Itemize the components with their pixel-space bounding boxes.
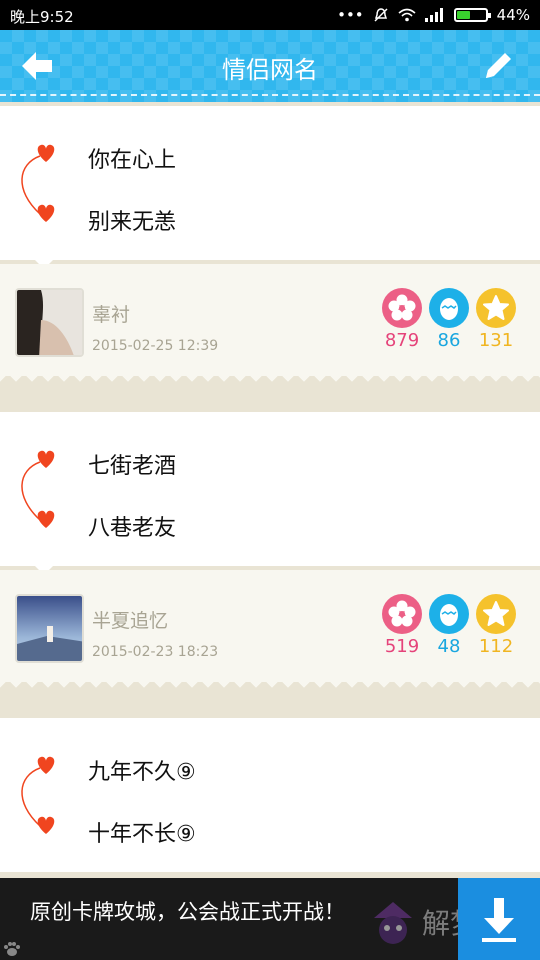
post-date: 2015-02-25 12:39 bbox=[92, 338, 219, 354]
star-count: 131 bbox=[478, 330, 514, 351]
paw-icon bbox=[4, 942, 20, 956]
star-count: 112 bbox=[478, 636, 514, 657]
star-stat[interactable]: 112 bbox=[473, 594, 519, 657]
name-card[interactable]: 七街老酒 八巷老友 bbox=[0, 412, 540, 575]
name-card[interactable]: 你在心上 别来无恙 bbox=[0, 106, 540, 269]
name-line-2: 别来无恙 bbox=[88, 210, 177, 235]
avatar[interactable] bbox=[15, 288, 84, 357]
username[interactable]: 半夏追忆 bbox=[92, 606, 168, 633]
name-line-2: 十年不长⑨ bbox=[88, 822, 196, 847]
heart-link-icon bbox=[21, 756, 55, 834]
egg-stat[interactable]: 86 bbox=[426, 288, 472, 351]
download-icon bbox=[482, 898, 516, 942]
flower-stat[interactable]: 879 bbox=[379, 288, 425, 351]
name-card[interactable]: 九年不久⑨ 十年不长⑨ bbox=[0, 718, 540, 872]
pencil-icon bbox=[486, 53, 511, 78]
status-icons: ••• 44% bbox=[337, 6, 530, 24]
edit-button[interactable] bbox=[478, 46, 518, 86]
egg-icon bbox=[440, 604, 458, 626]
wifi-icon bbox=[398, 8, 416, 22]
name-line-1: 七街老酒 bbox=[88, 454, 177, 479]
status-bar: 晚上9:52 ••• 44% bbox=[0, 0, 540, 30]
flower-icon bbox=[388, 600, 416, 627]
heart-link-icon bbox=[21, 450, 55, 528]
name-line-1: 九年不久⑨ bbox=[88, 760, 196, 785]
title-bar: 情侣网名 bbox=[0, 30, 540, 102]
download-button[interactable] bbox=[458, 878, 540, 960]
egg-count: 48 bbox=[437, 636, 461, 657]
more-dots-icon: ••• bbox=[337, 6, 364, 24]
ad-banner[interactable]: 原创卡牌攻城，公会战正式开战！ 解梦佬 bbox=[0, 878, 540, 960]
username[interactable]: 辜衬 bbox=[92, 300, 130, 327]
star-icon bbox=[483, 295, 509, 320]
egg-stat[interactable]: 48 bbox=[426, 594, 472, 657]
flower-icon bbox=[388, 294, 416, 321]
battery-percent: 44% bbox=[496, 6, 530, 24]
battery-icon bbox=[453, 8, 491, 22]
name-line-1: 你在心上 bbox=[88, 148, 177, 173]
mascot-icon bbox=[374, 902, 412, 944]
star-icon bbox=[483, 601, 509, 626]
post-meta: 辜衬 2015-02-25 12:39 879 86 131 bbox=[0, 264, 540, 384]
name-line-2: 八巷老友 bbox=[88, 516, 177, 541]
flower-count: 519 bbox=[384, 636, 420, 657]
post-meta: 半夏追忆 2015-02-23 18:23 519 48 112 bbox=[0, 570, 540, 690]
avatar[interactable] bbox=[15, 594, 84, 663]
egg-icon bbox=[440, 298, 458, 320]
page-title: 情侣网名 bbox=[222, 56, 318, 84]
star-stat[interactable]: 131 bbox=[473, 288, 519, 351]
signal-icon bbox=[424, 8, 443, 22]
mute-icon bbox=[374, 8, 388, 22]
egg-count: 86 bbox=[437, 330, 461, 351]
heart-link-icon bbox=[21, 144, 55, 222]
flower-stat[interactable]: 519 bbox=[379, 594, 425, 657]
post-date: 2015-02-23 18:23 bbox=[92, 644, 219, 660]
ad-text[interactable]: 原创卡牌攻城，公会战正式开战！ bbox=[30, 896, 345, 926]
status-time: 晚上9:52 bbox=[10, 8, 74, 26]
flower-count: 879 bbox=[384, 330, 420, 351]
